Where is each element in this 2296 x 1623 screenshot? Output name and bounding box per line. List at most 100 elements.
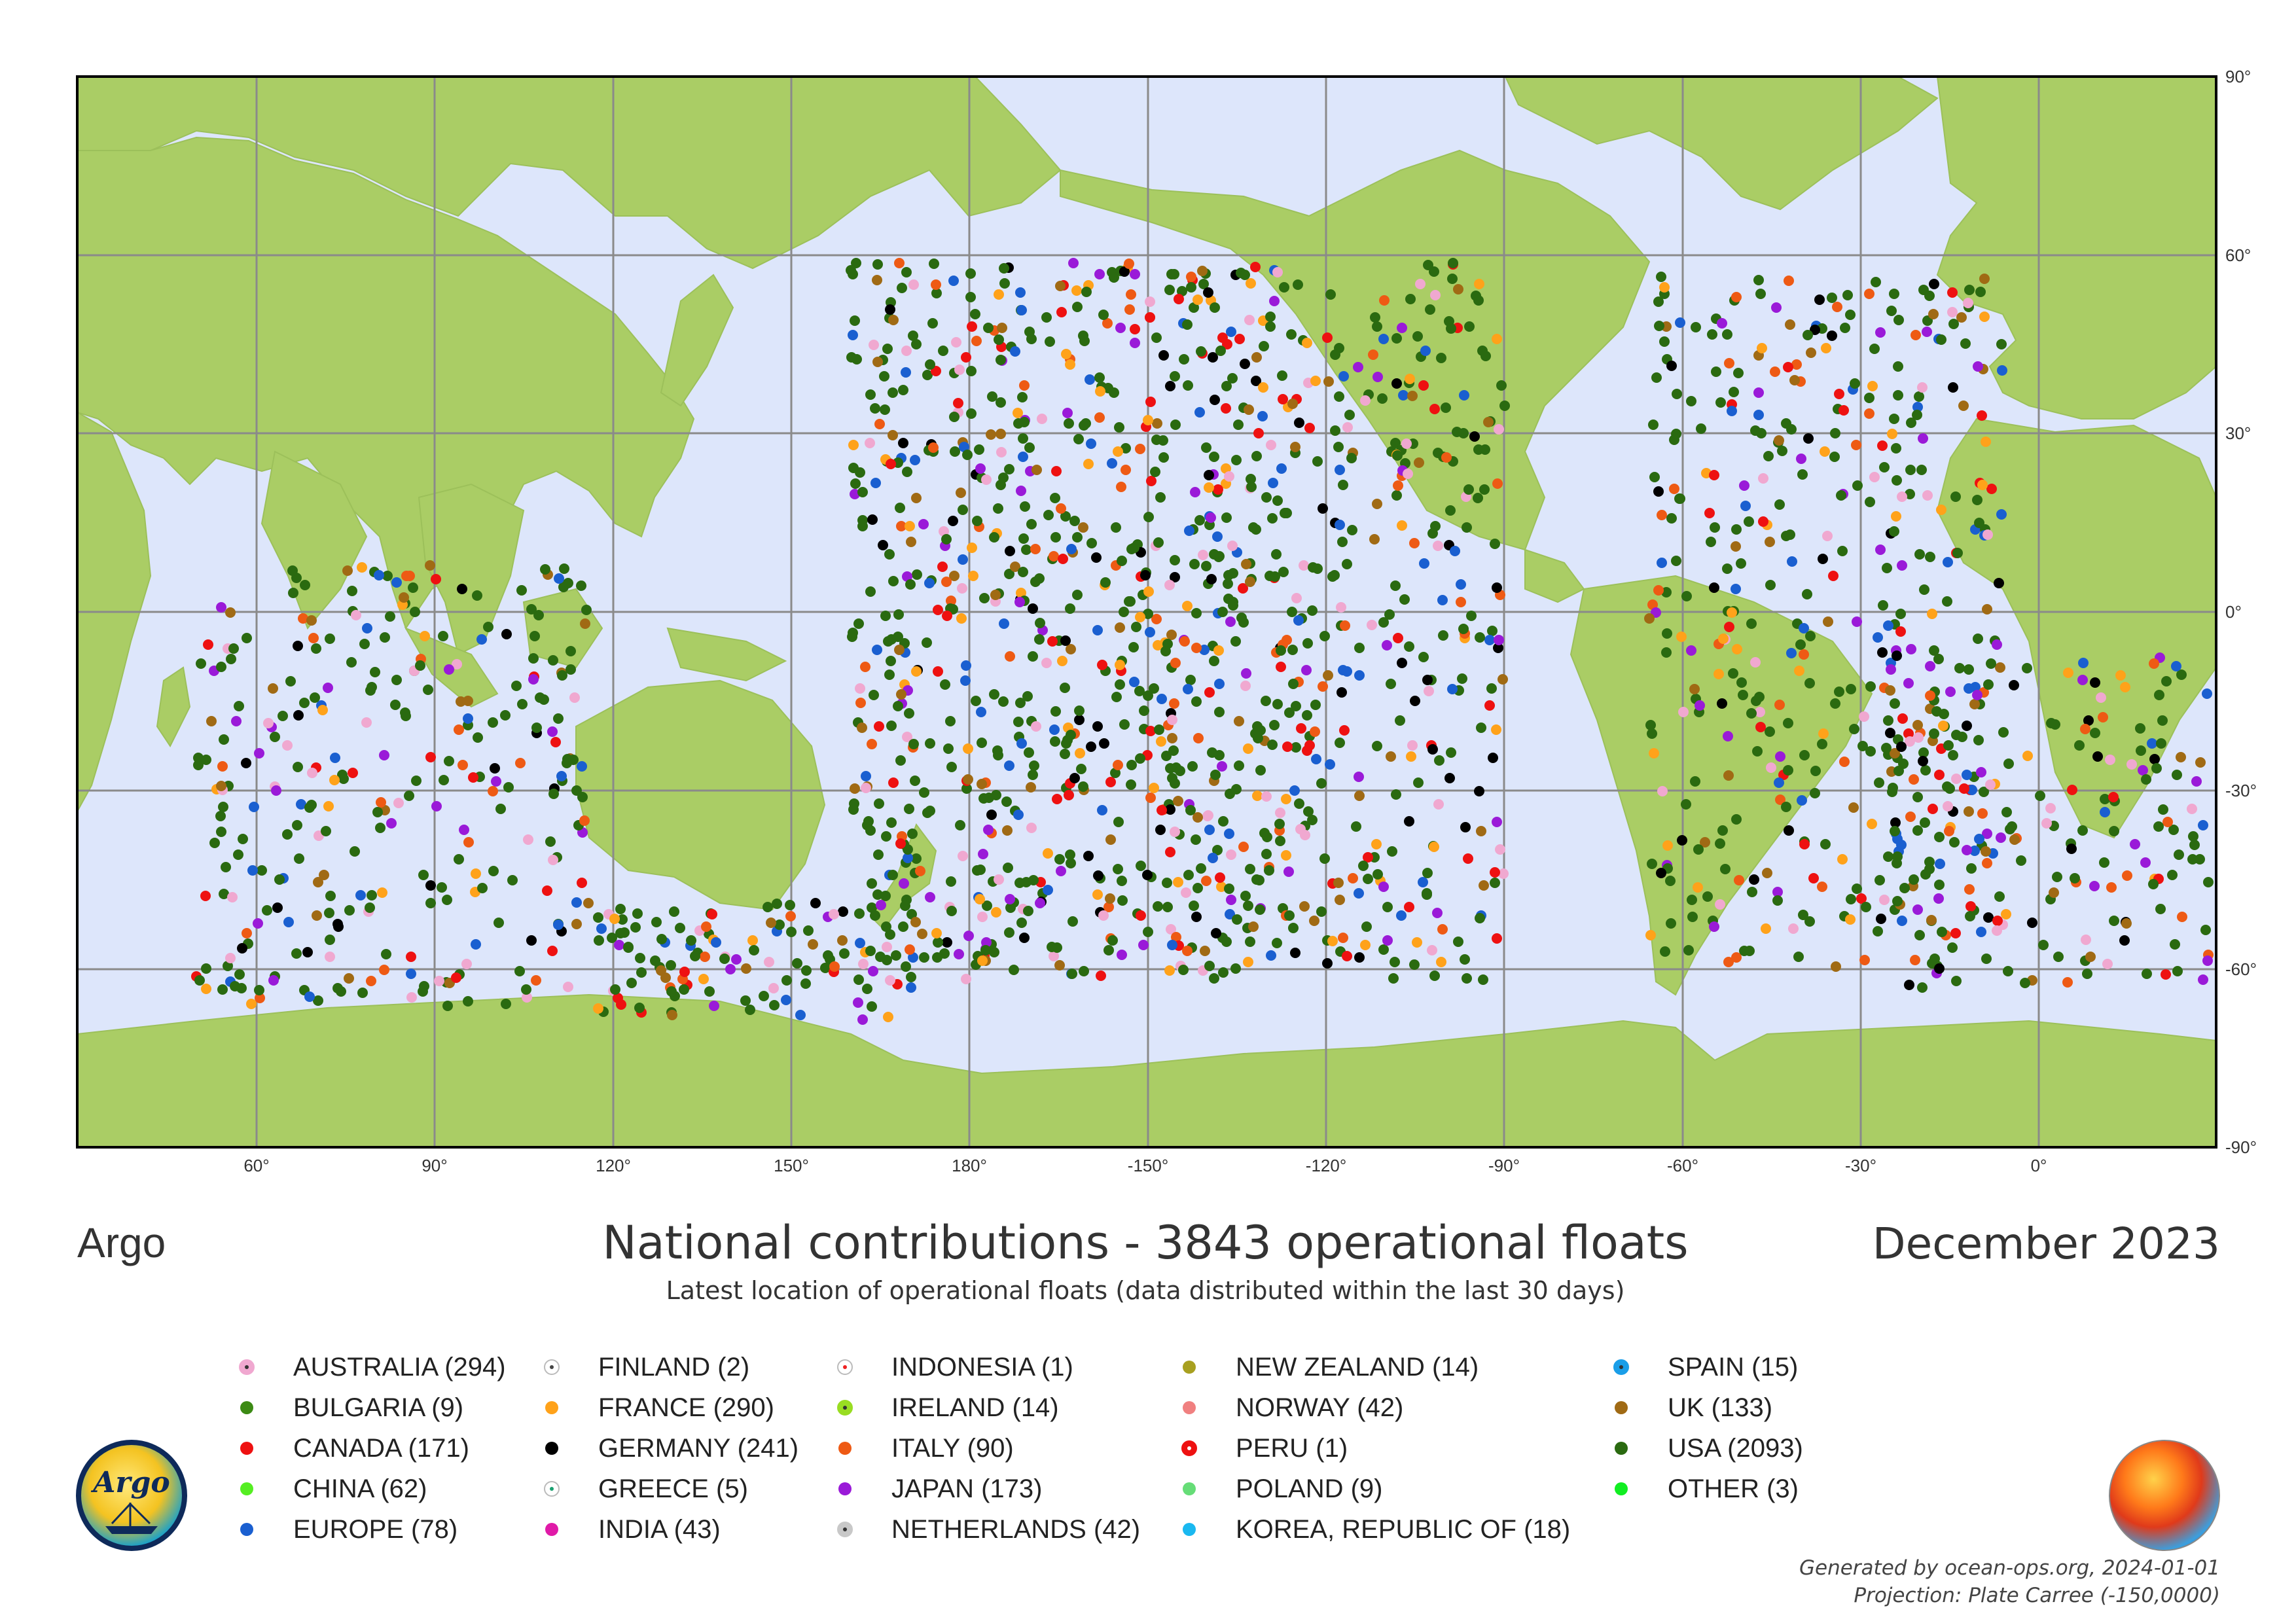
legend-marker — [1178, 1518, 1200, 1541]
generated-credit: Generated by ocean-ops.org, 2024-01-01 — [1799, 1556, 2220, 1580]
float-marker — [1499, 401, 1510, 411]
float-marker — [942, 611, 952, 621]
float-marker — [1261, 849, 1272, 859]
float-marker — [399, 592, 409, 603]
float-marker — [2077, 825, 2088, 836]
float-marker — [609, 914, 620, 924]
float-marker — [1276, 645, 1286, 656]
float-marker — [1125, 596, 1136, 607]
float-marker — [1687, 895, 1697, 905]
legend-item-greece: GREECE (5) — [541, 1469, 748, 1509]
float-marker — [803, 925, 814, 936]
float-marker — [1785, 319, 1795, 330]
float-marker — [1865, 681, 1876, 692]
float-marker — [1119, 719, 1130, 730]
float-marker — [1418, 380, 1429, 391]
float-marker — [526, 935, 537, 946]
float-marker — [2100, 807, 2110, 817]
float-marker — [1086, 538, 1097, 548]
float-marker — [1464, 321, 1475, 332]
float-marker — [651, 917, 662, 927]
float-marker — [1944, 826, 1954, 836]
float-marker — [1018, 452, 1028, 462]
lon-tick-label: 180° — [952, 1156, 987, 1175]
float-marker — [2105, 755, 2115, 765]
float-marker — [386, 818, 397, 829]
float-marker — [996, 397, 1006, 408]
lon-tick-label: -30° — [1845, 1156, 1876, 1175]
float-marker — [379, 750, 389, 760]
float-marker — [679, 984, 689, 995]
float-marker — [857, 521, 868, 531]
legend-marker — [1178, 1437, 1200, 1459]
float-marker — [1189, 559, 1200, 569]
float-marker — [1446, 323, 1456, 334]
float-marker — [559, 563, 569, 574]
float-marker — [1905, 812, 1916, 822]
float-marker — [881, 831, 891, 842]
float-marker — [495, 804, 506, 814]
float-marker — [963, 774, 973, 785]
float-marker — [1681, 799, 1691, 810]
float-marker — [977, 912, 988, 922]
float-marker — [1270, 571, 1280, 582]
float-marker — [1788, 923, 1799, 934]
float-marker — [1055, 281, 1066, 291]
float-marker — [542, 885, 552, 896]
float-marker — [1287, 645, 1298, 655]
float-marker — [1074, 705, 1085, 716]
float-marker — [1257, 411, 1268, 421]
float-marker — [1433, 799, 1444, 810]
float-marker — [1302, 710, 1312, 721]
float-marker — [1204, 687, 1215, 698]
float-marker — [2161, 969, 2171, 980]
float-marker — [1170, 371, 1180, 382]
float-marker — [1885, 728, 1895, 738]
float-marker — [1864, 408, 1874, 419]
float-marker — [1983, 912, 1994, 923]
float-marker — [294, 853, 304, 864]
float-marker — [880, 404, 890, 415]
float-marker — [1977, 808, 1988, 819]
float-marker — [1869, 344, 1880, 354]
float-marker — [2189, 840, 2200, 850]
float-marker — [420, 631, 430, 641]
float-marker — [853, 974, 864, 985]
float-marker — [1232, 914, 1242, 925]
float-marker — [2174, 849, 2184, 860]
float-marker — [1709, 921, 1719, 932]
float-marker — [1871, 277, 1881, 287]
float-marker — [1323, 376, 1334, 387]
float-marker — [556, 771, 567, 781]
float-marker — [1709, 582, 1719, 593]
float-marker — [1752, 746, 1763, 757]
float-marker — [463, 713, 473, 724]
float-marker — [1351, 821, 1361, 832]
float-marker — [1115, 323, 1126, 333]
float-marker — [853, 618, 864, 629]
float-marker — [1382, 935, 1393, 946]
float-marker — [872, 357, 883, 367]
float-marker — [1881, 743, 1892, 753]
float-marker — [531, 722, 542, 733]
float-marker — [1715, 838, 1725, 849]
float-marker — [1074, 715, 1085, 725]
float-marker — [1200, 946, 1210, 956]
float-marker — [875, 952, 886, 962]
float-marker — [1662, 840, 1673, 851]
float-marker — [1484, 700, 1495, 711]
float-marker — [933, 666, 943, 677]
float-marker — [1016, 486, 1026, 496]
float-marker — [1398, 390, 1408, 401]
float-marker — [1875, 327, 1886, 338]
float-marker — [1142, 870, 1153, 880]
float-marker — [1302, 338, 1312, 348]
float-marker — [1135, 444, 1145, 454]
float-marker — [1427, 945, 1437, 955]
legend-marker — [1178, 1356, 1200, 1378]
float-marker — [1453, 284, 1463, 294]
float-marker — [1157, 805, 1167, 815]
float-marker — [1727, 406, 1737, 416]
float-marker — [725, 964, 736, 974]
float-marker — [994, 289, 1004, 300]
